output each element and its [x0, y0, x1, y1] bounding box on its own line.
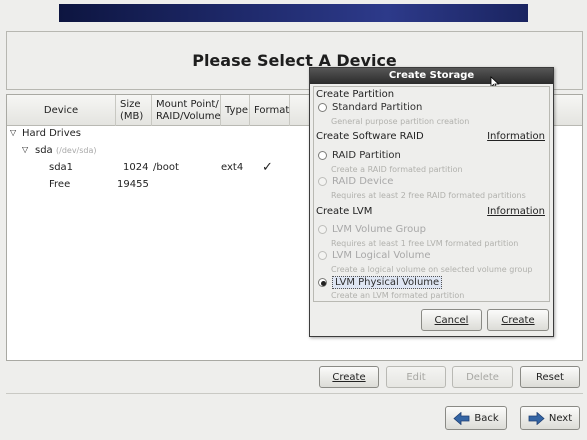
raid-device-label: RAID Device	[332, 176, 394, 187]
section-create-lvm: Create LVM	[316, 206, 373, 217]
create-button-label: Create	[332, 371, 366, 383]
raid-information-label: Information	[487, 131, 545, 142]
lvm-physical-volume-hint: Create an LVM formated partition	[331, 291, 465, 300]
lvm-logical-volume-radio[interactable]: LVM Logical Volume	[318, 250, 431, 261]
lvm-volume-group-radio[interactable]: LVM Volume Group	[318, 224, 426, 235]
lvm-logical-volume-hint: Create a logical volume on selected volu…	[331, 265, 533, 274]
section-create-raid: Create Software RAID	[316, 131, 424, 142]
lvm-logical-volume-label: LVM Logical Volume	[332, 250, 431, 261]
raid-device-radio[interactable]: RAID Device	[318, 176, 393, 187]
delete-button[interactable]: Delete	[452, 366, 513, 388]
lvm-information-link[interactable]: Information	[487, 206, 545, 217]
standard-partition-radio[interactable]: Standard Partition	[318, 102, 422, 113]
cell-device: sda1	[49, 162, 74, 173]
expander-icon[interactable]: ▽	[10, 128, 16, 137]
storage-options-panel[interactable]: Create Partition Standard Partition Gene…	[313, 86, 550, 302]
group-label: Hard Drives	[22, 128, 81, 139]
edit-button[interactable]: Edit	[386, 366, 446, 388]
edit-button-label: Edit	[406, 371, 426, 383]
raid-information-link[interactable]: Information	[487, 131, 545, 142]
radio-icon	[318, 103, 327, 112]
raid-partition-hint: Create a RAID formated partition	[331, 165, 463, 174]
raid-partition-label: RAID Partition	[332, 150, 401, 161]
dialog-title: Create Storage	[388, 70, 475, 81]
column-type[interactable]: Type	[221, 95, 250, 126]
column-device-label: Device	[43, 104, 79, 116]
column-format-label: Format	[254, 104, 290, 116]
dialog-titlebar[interactable]: Create Storage	[310, 68, 553, 84]
header-banner	[59, 4, 528, 22]
column-device[interactable]: Device	[7, 95, 116, 126]
disk-path: (/dev/sda)	[56, 146, 97, 155]
reset-button-label: Reset	[536, 371, 564, 383]
radio-selected-icon	[318, 278, 327, 287]
lvm-physical-volume-radio[interactable]: LVM Physical Volume	[318, 276, 443, 289]
raid-device-hint: Requires at least 2 free RAID formated p…	[331, 191, 526, 200]
next-arrow-icon	[528, 411, 545, 425]
raid-partition-radio[interactable]: RAID Partition	[318, 150, 401, 161]
column-type-label: Type	[225, 104, 248, 116]
separator	[6, 393, 583, 394]
radio-icon	[318, 225, 327, 234]
back-arrow-icon	[453, 411, 470, 425]
column-format[interactable]: Format	[250, 95, 290, 126]
lvm-physical-volume-label: LVM Physical Volume	[332, 276, 443, 289]
delete-button-label: Delete	[466, 371, 499, 383]
column-size-unit: (MB)	[120, 110, 144, 122]
column-mount-label: Mount Point/	[156, 98, 219, 110]
create-storage-dialog: Create Storage Create Partition Standard…	[309, 67, 554, 337]
dialog-create-button[interactable]: Create	[487, 309, 549, 331]
column-mount[interactable]: Mount Point/ RAID/Volume	[152, 95, 221, 126]
expander-icon[interactable]: ▽	[22, 145, 28, 154]
check-icon: ✓	[262, 160, 273, 175]
next-button[interactable]: Next	[520, 406, 580, 430]
lvm-volume-group-label: LVM Volume Group	[332, 224, 426, 235]
cell-device: Free	[49, 179, 71, 190]
column-size-label: Size	[120, 98, 141, 110]
cell-mount: /boot	[153, 162, 179, 173]
lvm-volume-group-hint: Requires at least 1 free LVM formated pa…	[331, 239, 519, 248]
reset-button[interactable]: Reset	[520, 366, 580, 388]
section-create-partition: Create Partition	[316, 89, 395, 100]
create-button[interactable]: Create	[319, 366, 379, 388]
cancel-button-label: Cancel	[434, 314, 469, 326]
standard-partition-hint: General purpose partition creation	[331, 117, 470, 126]
column-mount-label-2: RAID/Volume	[156, 110, 221, 122]
back-button-label: Back	[474, 412, 499, 424]
cell-type: ext4	[221, 162, 244, 173]
standard-partition-label: Standard Partition	[332, 102, 423, 113]
cell-size: 19455	[117, 179, 149, 190]
next-button-label: Next	[548, 412, 573, 424]
lvm-information-label: Information	[487, 206, 545, 217]
radio-icon	[318, 251, 327, 260]
cancel-button[interactable]: Cancel	[421, 309, 482, 331]
dialog-create-button-label: Create	[501, 314, 535, 326]
radio-icon	[318, 177, 327, 186]
cell-size: 1024	[123, 162, 149, 173]
column-size[interactable]: Size (MB)	[116, 95, 152, 126]
back-button[interactable]: Back	[445, 406, 507, 430]
radio-icon	[318, 151, 327, 160]
disk-name: sda	[35, 145, 53, 156]
